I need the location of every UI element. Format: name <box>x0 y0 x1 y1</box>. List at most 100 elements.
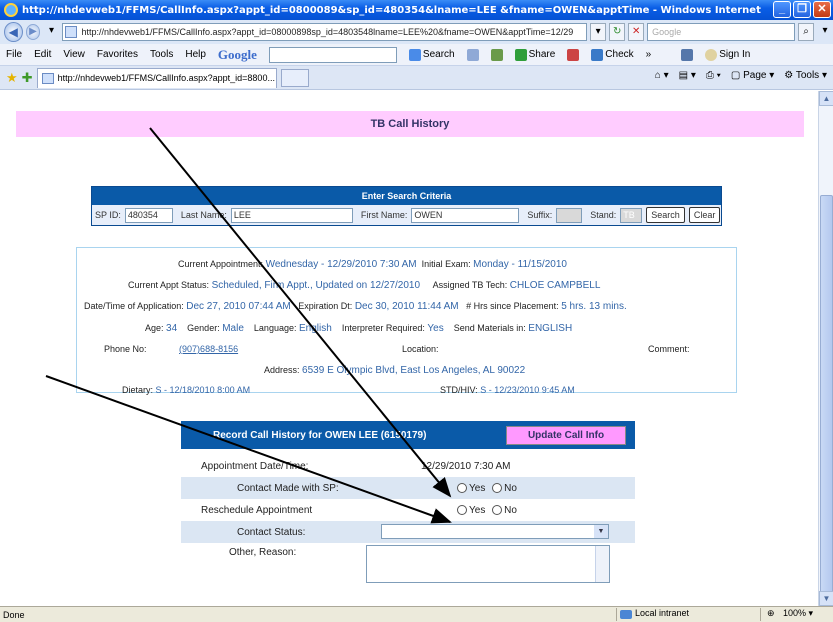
menu-edit[interactable]: Edit <box>34 49 51 60</box>
menu-help[interactable]: Help <box>185 49 206 60</box>
google-search-input[interactable] <box>268 46 397 63</box>
dietary-value: S - 12/18/2010 8:00 AM <box>155 385 251 395</box>
search-input[interactable]: Google <box>647 23 795 41</box>
appointment-status-value: Scheduled, Firm Appt., Updated on 12/27/… <box>211 280 421 291</box>
appointment-datetime-row: Appointment Date/Time: 12/29/2010 7:30 A… <box>181 455 635 477</box>
tab-title: http://nhdevweb1/FFMS/CallInfo.aspx?appt… <box>57 72 275 83</box>
home-icon[interactable]: ⌂ ▾ <box>655 70 669 81</box>
std-hiv-line: STD/HIV: S - 12/23/2010 9:45 AM <box>440 385 575 395</box>
contact-status-row: Contact Status: ▼ <box>181 521 635 543</box>
contact-status-select[interactable]: ▼ <box>381 524 609 539</box>
back-icon[interactable]: ◀ <box>4 22 23 42</box>
google-search-icon <box>408 48 421 61</box>
last-name-input[interactable]: LEE <box>230 207 353 223</box>
contact-yes-radio[interactable] <box>457 482 467 493</box>
check-button[interactable]: Check <box>591 48 634 61</box>
appointment-datetime-value: 12/29/2010 7:30 AM <box>421 460 511 472</box>
feeds-icon[interactable]: ▤ ▾ <box>679 70 696 81</box>
age-value: 34 <box>166 323 178 334</box>
reschedule-label: Reschedule Appointment <box>201 504 313 516</box>
popup-blocker-icon[interactable] <box>490 48 503 61</box>
reschedule-options: Yes No <box>457 505 517 516</box>
share-button[interactable]: Share <box>514 48 555 61</box>
menu-tools[interactable]: Tools <box>150 49 173 60</box>
search-options-icon[interactable]: ▾ <box>817 23 833 41</box>
suffix-input <box>556 207 583 223</box>
stop-icon[interactable]: ✕ <box>628 23 645 41</box>
new-tab-button[interactable] <box>280 68 309 87</box>
google-search-button[interactable]: Search <box>408 48 455 61</box>
search-criteria-panel: Enter Search Criteria SP ID: 480354 Last… <box>91 186 722 226</box>
sign-in-button[interactable]: Sign In <box>705 48 750 61</box>
refresh-icon[interactable]: ↻ <box>609 23 626 41</box>
other-reason-label: Other, Reason: <box>229 547 297 558</box>
bookmarks-icon[interactable] <box>466 48 479 61</box>
address-bar[interactable]: http://nhdevweb1/FFMS/CallInfo.aspx?appt… <box>62 23 588 41</box>
dietary-line: Dietary: S - 12/18/2010 8:00 AM <box>122 385 251 395</box>
reschedule-no-radio[interactable] <box>492 504 503 515</box>
record-call-history-form: Record Call History for OWEN LEE (615017… <box>181 421 635 605</box>
address-toolbar: ◀ ▶ ▾ http://nhdevweb1/FFMS/CallInfo.asp… <box>0 20 833 44</box>
location-label: Location: <box>402 344 439 354</box>
comment-label: Comment: <box>648 344 690 354</box>
tab-callinfo[interactable]: http://nhdevweb1/FFMS/CallInfo.aspx?appt… <box>36 67 277 88</box>
spellcheck-icon <box>591 48 604 61</box>
ie-logo-icon <box>4 3 18 17</box>
update-call-info-button[interactable]: Update Call Info <box>506 426 626 445</box>
menu-view[interactable]: View <box>63 49 85 60</box>
page-scrollbar[interactable]: ▲ ▼ <box>818 91 833 621</box>
send-materials-value: ENGLISH <box>528 323 573 334</box>
security-zone: Local intranet <box>616 608 756 621</box>
close-icon[interactable]: ✕ <box>813 1 831 18</box>
stand-input: TB <box>620 207 643 223</box>
address-dropdown-icon[interactable]: ▾ <box>590 23 607 41</box>
reschedule-no-label: No <box>504 504 517 516</box>
textarea-scrollbar[interactable] <box>595 546 609 582</box>
zoom-icon: ⊕ <box>767 608 775 618</box>
forward-icon[interactable]: ▶ <box>25 24 41 40</box>
google-toolbar-logo: Google <box>217 46 257 62</box>
phone-link[interactable]: (907)688-8156 <box>179 344 238 354</box>
reschedule-yes-label: Yes <box>469 504 486 516</box>
scroll-down-icon[interactable]: ▼ <box>819 591 833 606</box>
user-icon <box>705 48 718 61</box>
address-value: 6539 E Olympic Blvd, East Los Angeles, A… <box>302 365 526 376</box>
scroll-up-icon[interactable]: ▲ <box>819 91 833 106</box>
menu-file[interactable]: File <box>6 49 22 60</box>
minimize-icon[interactable]: _ <box>773 1 791 18</box>
favorites-star-icon[interactable]: ★ <box>6 70 18 86</box>
menu-favorites[interactable]: Favorites <box>97 49 138 60</box>
contact-made-label: Contact Made with SP: <box>237 482 339 494</box>
page-title: TB Call History <box>16 111 804 137</box>
reschedule-yes-radio[interactable] <box>457 504 467 515</box>
contact-no-label: No <box>504 482 517 494</box>
other-reason-textarea[interactable] <box>366 545 610 583</box>
sp-id-label: SP ID: <box>95 210 121 220</box>
restore-icon[interactable]: ❐ <box>793 1 811 18</box>
hours-since-placement-value: 5 hrs. 13 mins. <box>561 301 627 312</box>
history-dropdown-icon[interactable]: ▾ <box>43 23 59 41</box>
more-tools-button[interactable]: » <box>646 49 652 60</box>
search-criteria-title: Enter Search Criteria <box>361 191 452 201</box>
current-appointment-value: Wednesday - 12/29/2010 7:30 AM <box>265 259 417 270</box>
page-icon <box>65 26 78 38</box>
tools-menu[interactable]: ⚙ Tools ▾ <box>784 70 827 81</box>
wrench-icon[interactable] <box>681 48 694 61</box>
sp-id-input[interactable]: 480354 <box>124 207 173 223</box>
contact-yes-label: Yes <box>469 482 486 494</box>
scroll-thumb[interactable] <box>820 195 833 621</box>
zoom-control[interactable]: ⊕ 100% ▾ <box>760 608 830 621</box>
first-name-input[interactable]: OWEN <box>411 207 520 223</box>
demographics-line: Age: 34 Gender: Male Language: English I… <box>145 323 573 334</box>
local-intranet-icon <box>620 610 632 619</box>
print-icon[interactable]: ⎙ ▾ <box>706 70 721 81</box>
contact-no-radio[interactable] <box>492 482 503 493</box>
add-favorites-icon[interactable]: ✚ <box>22 70 33 86</box>
page-menu[interactable]: ▢ Page ▾ <box>731 70 774 81</box>
contact-made-row: Contact Made with SP: Yes No <box>181 477 635 499</box>
page-content: TB Call History Enter Search Criteria SP… <box>0 91 818 606</box>
search-button[interactable]: Search <box>646 207 685 223</box>
sidewiki-icon[interactable] <box>567 48 580 61</box>
clear-button[interactable]: Clear <box>688 207 721 223</box>
search-icon[interactable]: ⌕ <box>798 23 814 41</box>
